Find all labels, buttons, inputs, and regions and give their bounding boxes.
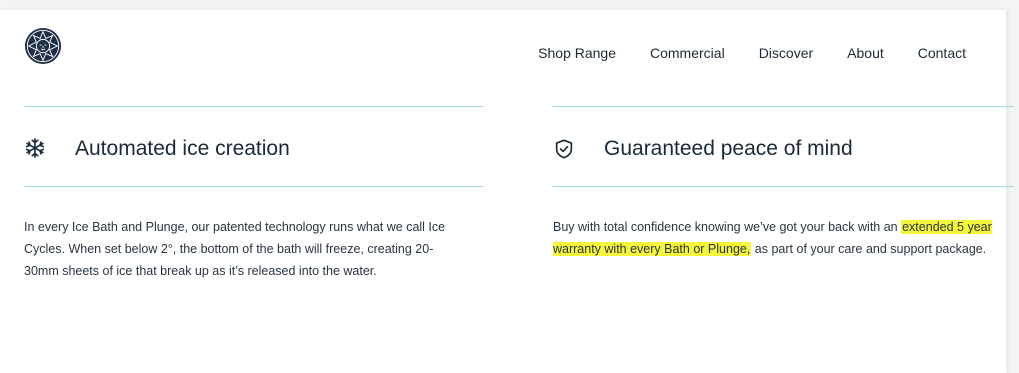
nav-item-commercial[interactable]: Commercial <box>650 44 725 62</box>
main-nav: Shop Range Commercial Discover About Con… <box>538 44 966 62</box>
shield-check-icon <box>555 139 573 159</box>
divider-top-right <box>552 106 1014 107</box>
divider-mid-left <box>24 186 484 187</box>
warranty-text-start: Buy with total confidence knowing we’ve … <box>553 220 902 234</box>
feature-text-warranty: Buy with total confidence knowing we’ve … <box>553 216 993 260</box>
feature-text-ice: In every Ice Bath and Plunge, our patent… <box>24 220 446 278</box>
nav-item-contact[interactable]: Contact <box>918 44 966 62</box>
divider-mid-right <box>552 186 1014 187</box>
nav-item-shop-range[interactable]: Shop Range <box>538 44 616 62</box>
divider-top-left <box>24 106 484 107</box>
page: Shop Range Commercial Discover About Con… <box>0 10 1014 373</box>
warranty-text-end: as part of your care and support package… <box>751 242 987 256</box>
nav-item-about[interactable]: About <box>847 44 884 62</box>
feature-title-ice: Automated ice creation <box>75 137 290 160</box>
lion-emblem-logo[interactable] <box>24 27 62 65</box>
snowflake-icon <box>25 138 45 158</box>
nav-item-discover[interactable]: Discover <box>759 44 813 62</box>
feature-title-warranty: Guaranteed peace of mind <box>604 137 853 160</box>
